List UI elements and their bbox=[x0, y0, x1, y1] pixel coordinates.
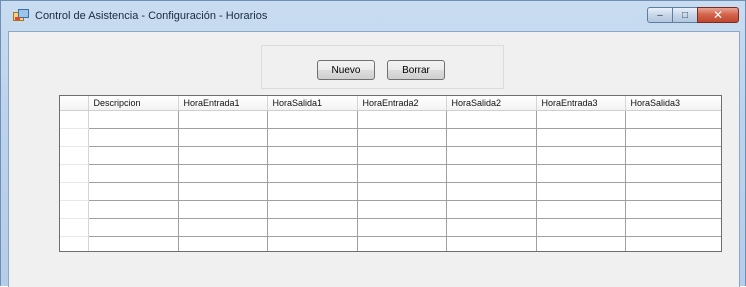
table-cell[interactable] bbox=[178, 218, 268, 237]
table-row[interactable] bbox=[60, 218, 721, 237]
column-header-horaentrada2[interactable]: HoraEntrada2 bbox=[357, 96, 447, 111]
table-cell[interactable] bbox=[536, 182, 626, 201]
horarios-table: Descripcion HoraEntrada1 HoraSalida1 Hor… bbox=[60, 96, 721, 251]
table-cell[interactable] bbox=[536, 164, 626, 183]
table-row[interactable] bbox=[60, 128, 721, 147]
table-cell[interactable] bbox=[357, 218, 447, 237]
table-cell[interactable] bbox=[446, 164, 537, 183]
column-header-horasalida2[interactable]: HoraSalida2 bbox=[446, 96, 537, 111]
table-cell[interactable] bbox=[625, 182, 721, 201]
column-header-horaentrada3[interactable]: HoraEntrada3 bbox=[536, 96, 626, 111]
table-cell[interactable] bbox=[446, 128, 537, 147]
table-cell[interactable] bbox=[357, 128, 447, 147]
column-header-horaentrada1[interactable]: HoraEntrada1 bbox=[178, 96, 268, 111]
row-header-cell[interactable] bbox=[60, 182, 89, 201]
table-cell[interactable] bbox=[178, 200, 268, 219]
minimize-icon: – bbox=[657, 9, 663, 21]
grid-body bbox=[60, 110, 721, 251]
table-row[interactable] bbox=[60, 164, 721, 183]
table-cell[interactable] bbox=[178, 236, 268, 251]
row-header-cell[interactable] bbox=[60, 236, 89, 251]
table-cell[interactable] bbox=[357, 236, 447, 251]
table-row[interactable] bbox=[60, 146, 721, 165]
nuevo-button[interactable]: Nuevo bbox=[317, 60, 375, 80]
table-cell[interactable] bbox=[357, 164, 447, 183]
select-all-cell[interactable] bbox=[60, 96, 89, 111]
table-cell[interactable] bbox=[267, 182, 358, 201]
table-cell[interactable] bbox=[88, 182, 179, 201]
table-cell[interactable] bbox=[446, 236, 537, 251]
minimize-button[interactable]: – bbox=[647, 7, 673, 23]
table-cell[interactable] bbox=[536, 128, 626, 147]
table-cell[interactable] bbox=[267, 200, 358, 219]
column-header-descripcion[interactable]: Descripcion bbox=[88, 96, 179, 111]
table-cell[interactable] bbox=[88, 218, 179, 237]
table-row[interactable] bbox=[60, 110, 721, 129]
table-cell[interactable] bbox=[178, 182, 268, 201]
table-cell[interactable] bbox=[625, 128, 721, 147]
table-cell[interactable] bbox=[267, 110, 358, 129]
borrar-button[interactable]: Borrar bbox=[387, 60, 445, 80]
close-icon: ✕ bbox=[712, 8, 724, 22]
maximize-icon: □ bbox=[681, 9, 689, 21]
row-header-cell[interactable] bbox=[60, 110, 89, 129]
maximize-button[interactable]: □ bbox=[672, 7, 698, 23]
table-cell[interactable] bbox=[625, 164, 721, 183]
table-cell[interactable] bbox=[267, 236, 358, 251]
table-cell[interactable] bbox=[446, 218, 537, 237]
table-cell[interactable] bbox=[446, 200, 537, 219]
table-cell[interactable] bbox=[267, 128, 358, 147]
table-row[interactable] bbox=[60, 200, 721, 219]
table-cell[interactable] bbox=[267, 218, 358, 237]
column-header-horasalida3[interactable]: HoraSalida3 bbox=[625, 96, 721, 111]
title-bar[interactable]: Control de Asistencia - Configuración - … bbox=[1, 1, 745, 31]
table-cell[interactable] bbox=[446, 182, 537, 201]
main-window: Control de Asistencia - Configuración - … bbox=[0, 0, 746, 287]
column-header-horasalida1[interactable]: HoraSalida1 bbox=[267, 96, 358, 111]
close-button[interactable]: ✕ bbox=[697, 7, 739, 23]
app-window-icon[interactable] bbox=[13, 9, 29, 23]
horarios-data-grid[interactable]: Descripcion HoraEntrada1 HoraSalida1 Hor… bbox=[59, 95, 722, 252]
table-cell[interactable] bbox=[536, 200, 626, 219]
table-cell[interactable] bbox=[88, 110, 179, 129]
row-header-cell[interactable] bbox=[60, 218, 89, 237]
table-cell[interactable] bbox=[357, 182, 447, 201]
table-cell[interactable] bbox=[357, 146, 447, 165]
table-cell[interactable] bbox=[446, 146, 537, 165]
table-cell[interactable] bbox=[267, 146, 358, 165]
table-cell[interactable] bbox=[446, 110, 537, 129]
caption-buttons: – □ ✕ bbox=[647, 7, 739, 25]
button-panel: Nuevo Borrar bbox=[261, 45, 504, 89]
table-cell[interactable] bbox=[178, 110, 268, 129]
table-cell[interactable] bbox=[88, 146, 179, 165]
row-header-cell[interactable] bbox=[60, 128, 89, 147]
table-row[interactable] bbox=[60, 182, 721, 201]
table-cell[interactable] bbox=[536, 110, 626, 129]
header-row: Descripcion HoraEntrada1 HoraSalida1 Hor… bbox=[60, 96, 721, 111]
table-cell[interactable] bbox=[536, 146, 626, 165]
table-cell[interactable] bbox=[267, 164, 358, 183]
table-cell[interactable] bbox=[88, 164, 179, 183]
row-header-cell[interactable] bbox=[60, 200, 89, 219]
row-header-cell[interactable] bbox=[60, 164, 89, 183]
table-cell[interactable] bbox=[357, 200, 447, 219]
table-row[interactable] bbox=[60, 236, 721, 251]
row-header-cell[interactable] bbox=[60, 146, 89, 165]
table-cell[interactable] bbox=[625, 200, 721, 219]
table-cell[interactable] bbox=[178, 128, 268, 147]
table-cell[interactable] bbox=[357, 110, 447, 129]
table-cell[interactable] bbox=[625, 236, 721, 251]
table-cell[interactable] bbox=[88, 128, 179, 147]
table-cell[interactable] bbox=[625, 110, 721, 129]
table-cell[interactable] bbox=[536, 236, 626, 251]
table-cell[interactable] bbox=[625, 218, 721, 237]
table-cell[interactable] bbox=[536, 218, 626, 237]
table-cell[interactable] bbox=[178, 164, 268, 183]
table-cell[interactable] bbox=[625, 146, 721, 165]
table-cell[interactable] bbox=[88, 200, 179, 219]
table-cell[interactable] bbox=[88, 236, 179, 251]
table-cell[interactable] bbox=[178, 146, 268, 165]
window-title: Control de Asistencia - Configuración - … bbox=[35, 10, 268, 22]
form-client-area: Nuevo Borrar Descripcion HoraEntrada1 Ho… bbox=[8, 31, 740, 287]
